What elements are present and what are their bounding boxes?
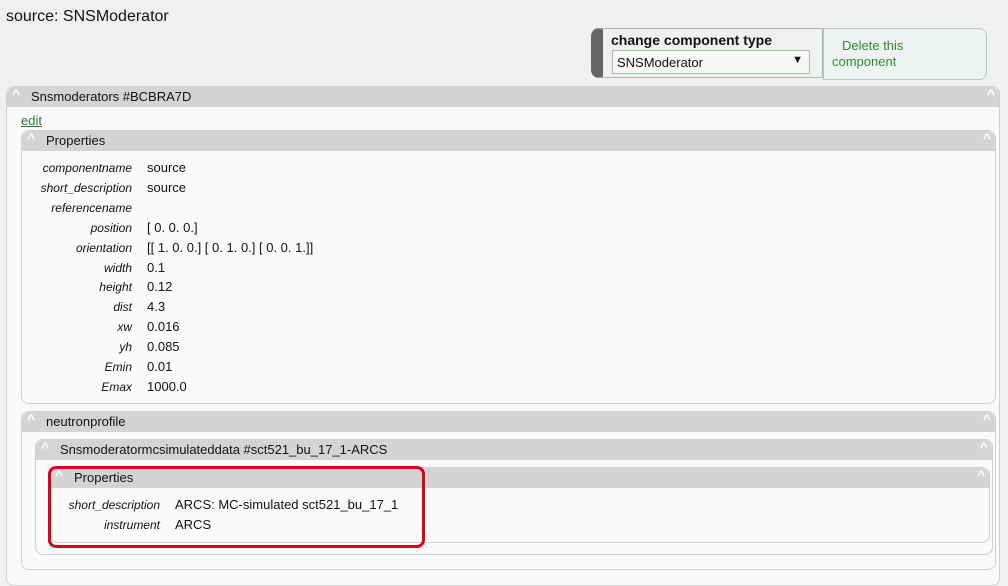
property-value: 1000.0 [147,378,187,394]
collapse-caret-icon[interactable]: ^ [977,465,985,485]
property-label: orientation [75,240,132,255]
property-label: position [90,220,132,235]
properties-panel-title: Properties [46,133,106,148]
property-label: xw [117,320,132,335]
property-label: referencename [51,200,132,215]
collapse-caret-icon[interactable]: ^ [41,437,49,457]
main-panel-title: Snsmoderators #BCBRA7D [31,89,192,104]
collapse-caret-icon[interactable]: ^ [12,84,20,104]
change-component-type-box: change component type SNSModerator ▼ [591,28,823,78]
collapse-caret-icon[interactable]: ^ [27,409,35,429]
delete-component-box: Delete this component [823,28,987,80]
property-value: 0.016 [147,319,180,335]
property-value: source [147,160,187,175]
property-label: Emin [104,360,132,374]
main-panel-header: ^ Snsmoderators #BCBRA7D ^ [7,84,999,107]
property-value: 4.3 [147,299,166,315]
properties-panel-header: ^ Properties ^ [22,128,995,151]
dropdown-arrow-icon: ▼ [792,54,803,66]
change-component-type-label: change component type [611,32,773,48]
property-value: source [147,179,187,195]
property-label: yh [119,340,132,355]
property-value: [[ 1. 0. 0.] [ 0. 1. 0.] [ 0. 0. 1.]] [147,239,314,255]
property-label: width [103,260,132,275]
neutronprofile-panel-header: ^ neutronprofile ^ [22,409,995,432]
property-value: [ 0. 0. 0.] [147,219,198,235]
mcsim-panel-header: ^ Snsmoderatormcsimulateddata #sct521_bu… [36,437,992,460]
page-title: source: SNSModerator [6,8,169,25]
edit-link[interactable]: edit [21,113,42,128]
neutronprofile-panel-title: neutronprofile [46,414,126,429]
property-label: dist [113,300,132,315]
property-value: 0.085 [147,339,180,355]
mcsim-panel-title: Snsmoderatormcsimulateddata #sct521_bu_1… [60,442,388,457]
collapse-caret-icon[interactable]: ^ [983,128,991,148]
collapse-caret-icon[interactable]: ^ [983,409,991,429]
property-label: Emax [101,379,132,394]
component-type-selected: SNSModerator [617,55,703,70]
delete-component-link[interactable]: Delete this component [832,38,942,70]
property-label: short_description [40,180,132,195]
collapse-caret-icon[interactable]: ^ [980,437,988,457]
collapse-caret-icon[interactable]: ^ [987,84,995,104]
component-type-select[interactable]: SNSModerator ▼ [612,50,810,74]
property-label: height [99,280,132,295]
highlight-box [48,466,425,548]
property-value: 0.12 [147,279,173,295]
collapse-caret-icon[interactable]: ^ [27,128,35,148]
property-label: componentname [42,161,132,175]
property-value: 0.01 [147,359,173,374]
property-value: 0.1 [147,259,166,275]
